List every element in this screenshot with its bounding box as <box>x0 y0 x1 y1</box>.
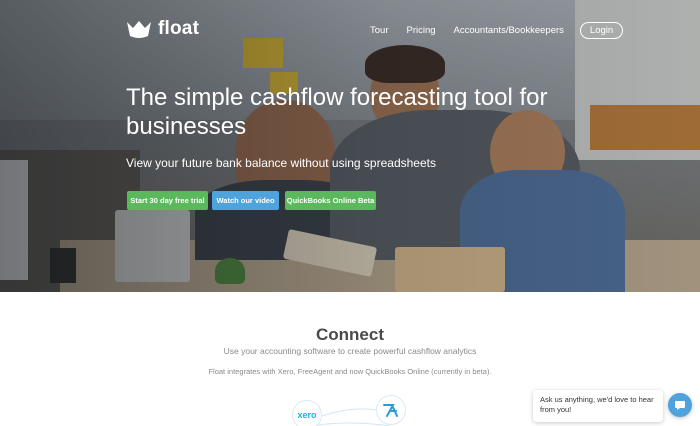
login-button[interactable]: Login <box>579 22 624 39</box>
nav-link-tour[interactable]: Tour <box>370 25 388 36</box>
hero-section: float Tour Pricing Accountants/Bookkeepe… <box>0 0 700 292</box>
nav-link-accountants[interactable]: Accountants/Bookkeepers <box>454 25 564 36</box>
hero-headline: The simple cashflow forecasting tool for… <box>126 84 548 140</box>
nav-link-pricing[interactable]: Pricing <box>406 25 435 36</box>
hero-overlay <box>0 0 700 292</box>
logo-text: float <box>158 18 200 39</box>
chat-message-bubble[interactable]: Ask us anything, we'd love to hear from … <box>533 390 663 422</box>
float-logo[interactable]: float <box>126 18 199 40</box>
float-crown-logo-icon <box>127 21 151 38</box>
top-navigation: Tour Pricing Accountants/Bookkeepers Log… <box>370 22 624 39</box>
connect-title: Connect <box>316 325 384 344</box>
chat-bubble-icon <box>675 401 685 410</box>
freeagent-logo-icon <box>376 395 406 425</box>
integrations-graphic: xero <box>270 390 430 426</box>
watch-video-button[interactable]: Watch our video <box>212 191 279 210</box>
start-trial-button[interactable]: Start 30 day free trial <box>127 191 208 210</box>
connect-subtitle: Use your accounting software to create p… <box>223 346 477 356</box>
quickbooks-beta-button[interactable]: QuickBooks Online Beta <box>285 191 376 210</box>
connect-description: Float integrates with Xero, FreeAgent an… <box>208 367 492 376</box>
hero-subhead: View your future bank balance without us… <box>126 156 436 170</box>
xero-logo: xero <box>292 400 322 426</box>
chat-launcher-button[interactable] <box>668 393 692 417</box>
